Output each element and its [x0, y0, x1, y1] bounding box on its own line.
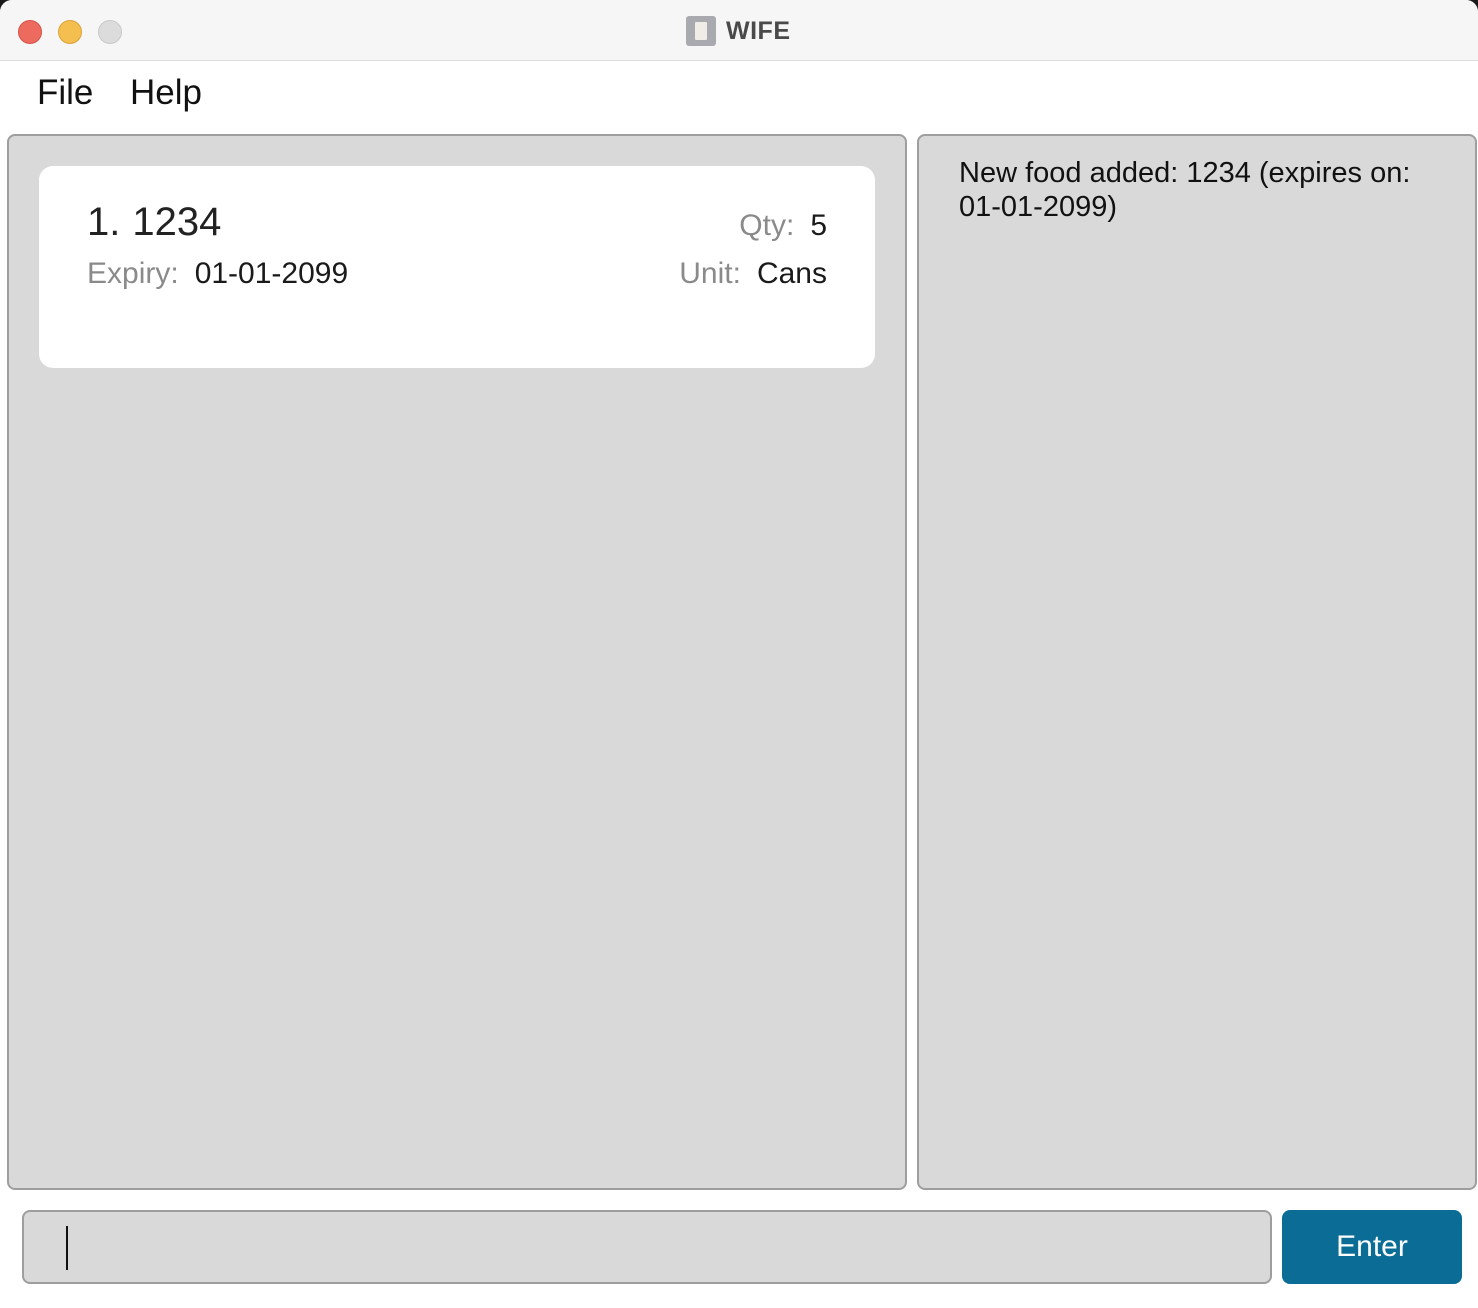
food-name-row: 1. 1234 — [87, 200, 221, 245]
result-display-panel[interactable]: New food added: 1234 (expires on: 01-01-… — [917, 134, 1477, 1190]
command-input[interactable] — [22, 1210, 1272, 1284]
food-list-panel[interactable]: 1. 1234 Qty: 5 Expiry: 01-01-2099 Unit: Cans — [7, 134, 907, 1190]
window-title: WIFE — [726, 16, 791, 45]
title-bar[interactable]: WIFE — [0, 0, 1478, 61]
qty-label: Qty: — [739, 209, 795, 242]
food-unit-row: Unit: Cans — [679, 257, 827, 291]
unit-label: Unit: — [679, 257, 741, 290]
food-name: 1234 — [132, 200, 222, 244]
expiry-value: 01-01-2099 — [194, 257, 349, 290]
wife-app-icon — [686, 16, 716, 46]
menu-bar: File Help — [0, 61, 1478, 127]
unit-value: Cans — [756, 257, 827, 290]
enter-button[interactable]: Enter — [1282, 1210, 1462, 1284]
expiry-label: Expiry: — [87, 257, 179, 290]
text-caret — [66, 1226, 68, 1270]
qty-value: 5 — [810, 209, 827, 242]
food-card[interactable]: 1. 1234 Qty: 5 Expiry: 01-01-2099 Unit: Cans — [39, 166, 875, 368]
food-qty-row: Qty: 5 — [739, 209, 827, 243]
menu-file[interactable]: File — [37, 73, 93, 113]
minimize-window-button[interactable] — [58, 20, 82, 44]
app-window: WIFE File Help 1. 1234 Qty: 5 Expiry: 01-01… — [0, 0, 1478, 1308]
window-title-group: WIFE — [686, 15, 791, 47]
maximize-window-button[interactable] — [98, 20, 122, 44]
food-expiry-row: Expiry: 01-01-2099 — [87, 257, 348, 291]
result-message: New food added: 1234 (expires on: 01-01-… — [959, 157, 1411, 223]
menu-help[interactable]: Help — [130, 73, 202, 113]
food-index: 1. — [87, 200, 121, 244]
close-window-button[interactable] — [18, 20, 42, 44]
